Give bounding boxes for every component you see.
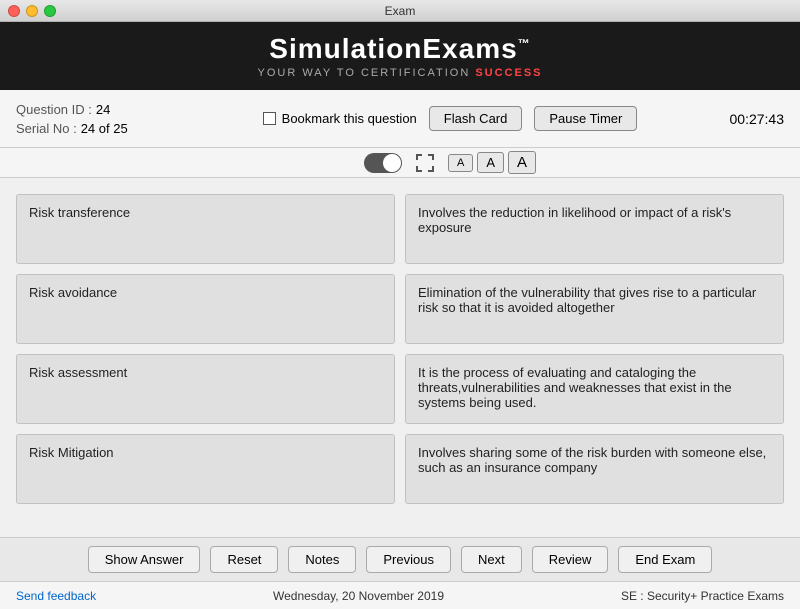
card-definition: Involves the reduction in likelihood or …: [405, 194, 784, 264]
notes-button[interactable]: Notes: [288, 546, 356, 573]
card-term: Risk Mitigation: [16, 434, 395, 504]
card-term: Risk avoidance: [16, 274, 395, 344]
fullscreen-icon[interactable]: [414, 152, 436, 174]
exam-info: SE : Security+ Practice Exams: [621, 589, 784, 603]
question-id-label: Question ID :: [16, 102, 92, 117]
bookmark-label: Bookmark this question: [282, 111, 417, 126]
toggle-switch[interactable]: [364, 153, 402, 173]
next-button[interactable]: Next: [461, 546, 522, 573]
controls-bar: A A A: [0, 148, 800, 178]
flash-card-button[interactable]: Flash Card: [429, 106, 523, 131]
serial-no-row: Serial No : 24 of 25: [16, 121, 216, 136]
card-definition: Involves sharing some of the risk burden…: [405, 434, 784, 504]
close-button[interactable]: [8, 5, 20, 17]
brand-name: SimulationExams™: [269, 33, 530, 65]
flashcard-grid: Risk transferenceInvolves the reduction …: [16, 194, 784, 504]
bookmark-checkbox[interactable]: [263, 112, 276, 125]
serial-no-value: 24 of 25: [81, 121, 128, 136]
brand-bar: SimulationExams™ YOUR WAY TO CERTIFICATI…: [0, 22, 800, 90]
font-size-small-button[interactable]: A: [448, 154, 473, 172]
font-size-large-button[interactable]: A: [508, 151, 536, 174]
card-term: Risk transference: [16, 194, 395, 264]
reset-button[interactable]: Reset: [210, 546, 278, 573]
pause-timer-button[interactable]: Pause Timer: [534, 106, 637, 131]
font-size-controls: A A A: [448, 151, 536, 174]
info-bar: Question ID : 24 Serial No : 24 of 25 Bo…: [0, 90, 800, 148]
bookmark-area[interactable]: Bookmark this question: [263, 111, 417, 126]
toggle-track: [364, 153, 402, 173]
end-exam-button[interactable]: End Exam: [618, 546, 712, 573]
send-feedback-link[interactable]: Send feedback: [16, 589, 96, 603]
card-definition: Elimination of the vulnerability that gi…: [405, 274, 784, 344]
serial-no-label: Serial No :: [16, 121, 77, 136]
timer-display: 00:27:43: [684, 111, 784, 127]
question-info: Question ID : 24 Serial No : 24 of 25: [16, 102, 216, 136]
question-id-row: Question ID : 24: [16, 102, 216, 117]
status-bar: Send feedback Wednesday, 20 November 201…: [0, 581, 800, 609]
question-id-value: 24: [96, 102, 110, 117]
date-display: Wednesday, 20 November 2019: [273, 589, 444, 603]
bottom-bar: Show Answer Reset Notes Previous Next Re…: [0, 537, 800, 581]
card-definition: It is the process of evaluating and cata…: [405, 354, 784, 424]
info-center: Bookmark this question Flash Card Pause …: [216, 106, 684, 131]
show-answer-button[interactable]: Show Answer: [88, 546, 201, 573]
minimize-button[interactable]: [26, 5, 38, 17]
window-controls[interactable]: [8, 5, 56, 17]
window-title: Exam: [385, 4, 416, 18]
review-button[interactable]: Review: [532, 546, 609, 573]
font-size-medium-button[interactable]: A: [477, 152, 504, 173]
toggle-thumb: [383, 154, 401, 172]
previous-button[interactable]: Previous: [366, 546, 451, 573]
main-content: Risk transferenceInvolves the reduction …: [0, 178, 800, 537]
title-bar: Exam: [0, 0, 800, 22]
card-term: Risk assessment: [16, 354, 395, 424]
brand-tagline: YOUR WAY TO CERTIFICATION SUCCESS: [257, 67, 542, 79]
maximize-button[interactable]: [44, 5, 56, 17]
